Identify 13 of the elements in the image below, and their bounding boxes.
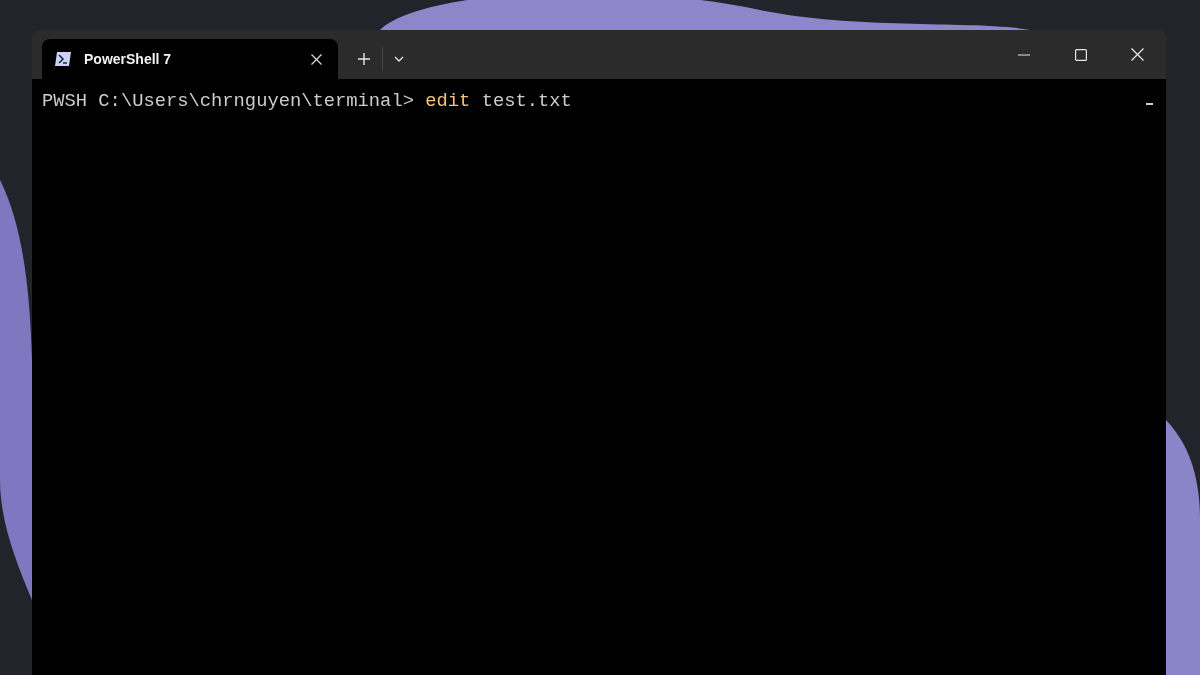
chevron-down-icon	[394, 56, 404, 62]
tab-title: PowerShell 7	[84, 49, 173, 69]
close-icon	[1131, 48, 1144, 61]
argument-text: test.txt	[481, 89, 572, 113]
close-icon	[310, 53, 322, 65]
tab[interactable]: PowerShell 7	[42, 39, 338, 79]
maximize-icon	[1074, 48, 1087, 61]
minimize-icon	[1017, 53, 1030, 56]
scroll-indicator	[1146, 103, 1153, 105]
plus-icon	[357, 52, 371, 66]
command-text: edit	[425, 89, 471, 113]
prompt-text: PWSH C:\Users\chrnguyen\terminal>	[42, 89, 414, 113]
powershell-icon	[54, 52, 72, 66]
